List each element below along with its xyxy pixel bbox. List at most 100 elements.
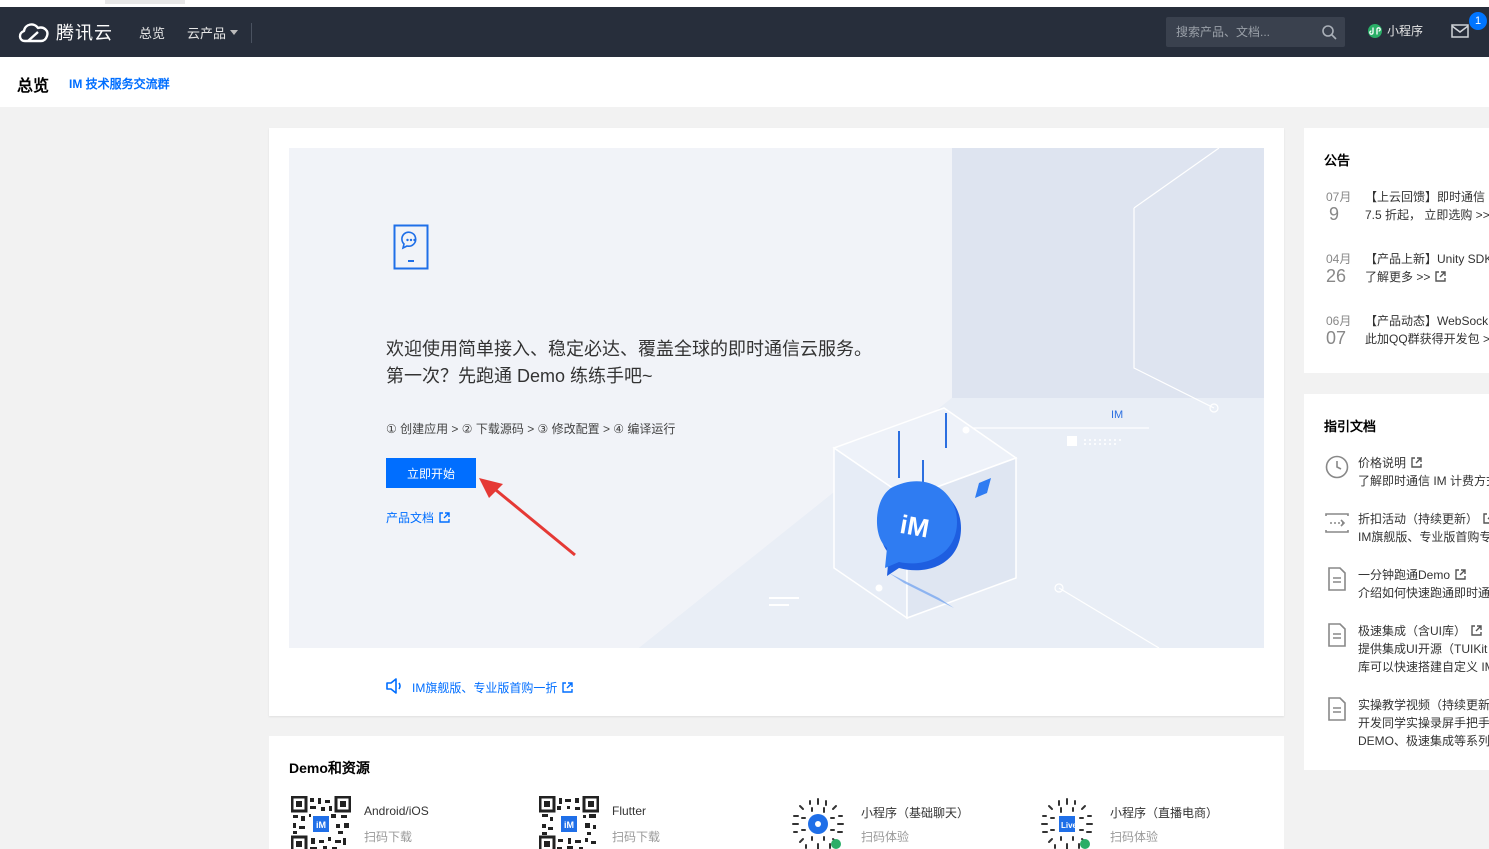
promo-link[interactable]: IM旗舰版、专业版首购一折 [412, 679, 574, 696]
welcome-line-2: 第一次？先跑通 Demo 练练手吧~ [386, 366, 653, 386]
qr-code-icon: iM [291, 796, 351, 849]
mini-program-icon [1368, 23, 1382, 38]
guide-item-desc: IM旗舰版、专业版首购专 [1358, 530, 1489, 544]
page-header: 总览 IM 技术服务交流群 [0, 57, 1489, 107]
mini-program-code-icon [792, 798, 844, 849]
chevron-down-icon [230, 30, 239, 35]
announcement-title: 公告 [1324, 153, 1351, 168]
demo-title: Demo和资源 [289, 760, 370, 776]
demo-name: 小程序（直播电商） [1110, 806, 1219, 820]
guide-item-desc: 提供集成UI开源（TUIKit 库可以快速搭建自定义 IM [1358, 640, 1489, 676]
tab-stub [105, 0, 185, 4]
product-docs-link[interactable]: 产品文档 [386, 509, 450, 526]
demo-sub: 扫码下载 [612, 830, 661, 844]
guide-item-title-text: 折扣活动（持续更新） [1358, 512, 1479, 526]
welcome-line-1: 欢迎使用简单接入、稳定必达、覆盖全球的即时通信云服务。 [386, 339, 872, 359]
brand-logo[interactable]: 腾讯云 [16, 19, 113, 45]
steps-text: ① 创建应用 > ② 下载源码 > ③ 修改配置 > ④ 编译运行 [386, 422, 676, 436]
top-navbar: 腾讯云 总览 云产品 小程序 1 [0, 7, 1489, 57]
guide-docs-card: 指引文档 价格说明 了解即时通信 IM 计费方式 折扣活动（持续更新） IM旗舰… [1304, 394, 1489, 770]
nav-products-label: 云产品 [187, 26, 227, 41]
demo-sub: 扫码体验 [861, 830, 910, 844]
announcement-item[interactable]: 07月 9 【上云回馈】即时通信 7.5 折起， 立即选购 >> [1326, 188, 1489, 238]
document-icon [1328, 567, 1346, 591]
announcement-item[interactable]: 04月 26 【产品上新】Unity SDK 了解更多 >> [1326, 250, 1489, 300]
announcement-month: 04月 [1326, 252, 1352, 266]
document-icon [1328, 623, 1346, 647]
external-link-icon [1411, 457, 1422, 468]
guide-item-title-text: 极速集成（含UI库） [1358, 624, 1467, 638]
nav-overview[interactable]: 总览 [139, 23, 165, 42]
guide-item-desc: 了解即时通信 IM 计费方式 [1358, 474, 1489, 488]
demo-name: Flutter [612, 804, 647, 818]
guide-title: 指引文档 [1324, 419, 1377, 434]
mini-program-link[interactable]: 小程序 [1367, 22, 1423, 39]
external-link-icon [439, 512, 450, 523]
brand-name: 腾讯云 [56, 23, 113, 43]
mail-icon[interactable] [1451, 24, 1469, 38]
demo-resources-card: Demo和资源 iM Android/iOS 扫码下载 iM Flutter 扫… [269, 736, 1284, 849]
mini-program-label: 小程序 [1387, 24, 1424, 38]
announcement-day: 07 [1326, 328, 1347, 348]
product-docs-label: 产品文档 [386, 511, 435, 525]
guide-item-title: 极速集成（含UI库） [1358, 622, 1482, 639]
im-group-link[interactable]: IM 技术服务交流群 [69, 75, 170, 92]
guide-item-title: 实操教学视频（持续更新 [1358, 698, 1489, 712]
announcement-line-1: 【上云回馈】即时通信 [1365, 190, 1486, 204]
clock-icon [1325, 455, 1349, 479]
announcement-item[interactable]: 06月 07 【产品动态】WebSock 此加QQ群获得开发包 > [1326, 312, 1489, 362]
external-link-icon [1435, 271, 1447, 282]
guide-item-desc: 开发同学实操录屏手把手 DEMO、极速集成等系列 [1358, 714, 1489, 750]
announcement-day: 9 [1329, 204, 1340, 224]
external-link-icon [1455, 569, 1466, 580]
im-logo-text: iM [898, 509, 932, 544]
search-input[interactable] [1166, 17, 1316, 47]
red-arrow-annotation-icon [479, 478, 576, 557]
page-title: 总览 [17, 78, 50, 95]
external-link-icon [1483, 513, 1489, 524]
promo-label: IM旗舰版、专业版首购一折 [412, 681, 558, 695]
svg-text:iM: iM [564, 820, 574, 830]
announcement-line-2-text: 了解更多 >> [1365, 270, 1431, 284]
guide-item-title: 一分钟跑通Demo [1358, 566, 1466, 583]
guide-item-desc-line-2: 库可以快速搭建自定义 IM [1358, 660, 1489, 674]
nav-divider [251, 23, 252, 43]
announcement-line-2: 了解更多 >> [1365, 268, 1447, 285]
notification-badge: 1 [1469, 12, 1487, 30]
demo-sub: 扫码下载 [364, 830, 413, 844]
hero-banner: IM iM 欢迎使用简单接入、稳定必达、覆盖全球的即时通信云服务。 第一次？先跑… [289, 148, 1264, 648]
announcement-line-2: 7.5 折起， 立即选购 >> [1365, 208, 1489, 222]
guide-item-title: 折扣活动（持续更新） [1358, 510, 1489, 527]
demo-name: Android/iOS [364, 804, 429, 818]
qr-code-icon: iM [539, 796, 599, 849]
external-link-icon [562, 682, 574, 693]
announcement-month: 06月 [1326, 314, 1352, 328]
svg-text:iM: iM [316, 820, 326, 830]
search-box [1166, 17, 1345, 47]
document-icon [1328, 697, 1346, 721]
browser-top-strip [0, 0, 1489, 7]
announcement-line-2: 此加QQ群获得开发包 > [1365, 332, 1489, 346]
speaker-icon [386, 678, 401, 694]
guide-item-title-text: 价格说明 [1358, 456, 1407, 470]
guide-item-desc-line-1: 提供集成UI开源（TUIKit [1358, 642, 1488, 656]
demo-name: 小程序（基础聊天） [861, 806, 970, 820]
announcement-line-1: 【产品动态】WebSock [1365, 314, 1489, 328]
welcome-text: 欢迎使用简单接入、稳定必达、覆盖全球的即时通信云服务。 第一次？先跑通 Demo… [386, 336, 872, 390]
svg-text:Live: Live [1061, 821, 1078, 830]
demo-sub: 扫码体验 [1110, 830, 1159, 844]
guide-item-desc-line-2: DEMO、极速集成等系列 [1358, 734, 1489, 748]
announcement-day: 26 [1326, 266, 1347, 286]
announcement-line-1: 【产品上新】Unity SDK [1365, 252, 1489, 266]
announcement-card: 公告 07月 9 【上云回馈】即时通信 7.5 折起， 立即选购 >> 04月 … [1304, 128, 1489, 373]
search-icon[interactable] [1321, 24, 1337, 40]
guide-item-title-text: 一分钟跑通Demo [1358, 568, 1451, 582]
announcement-month: 07月 [1326, 190, 1352, 204]
cloud-logo-icon [18, 23, 49, 43]
nav-products[interactable]: 云产品 [187, 23, 239, 42]
guide-item-desc-line-1: 开发同学实操录屏手把手 [1358, 716, 1489, 730]
discount-screen-icon [1325, 513, 1349, 533]
external-link-icon [1471, 625, 1482, 636]
start-now-button[interactable]: 立即开始 [386, 458, 476, 488]
guide-item-title: 价格说明 [1358, 454, 1422, 471]
